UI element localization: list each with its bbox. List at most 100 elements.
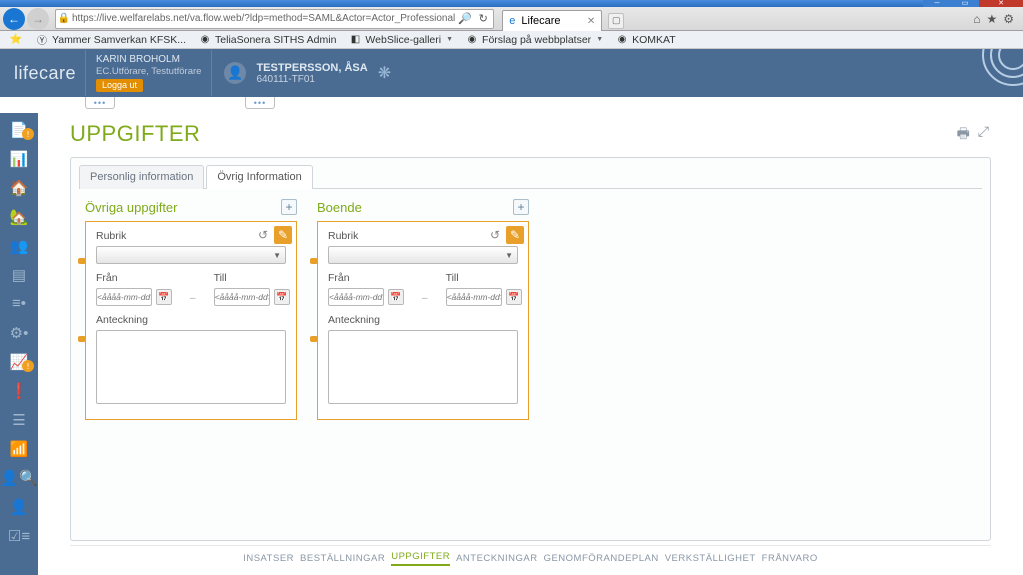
footer-link[interactable]: INSATSER xyxy=(243,553,294,564)
card-title: Övriga uppgifter xyxy=(85,200,281,215)
favorite-link[interactable]: ◉TeliaSonera SITHS Admin xyxy=(195,32,339,48)
user-info: KARIN BROHOLM EC.Utförare, Testutförare … xyxy=(85,50,212,96)
tab-title: Lifecare xyxy=(521,15,560,27)
note-textarea[interactable] xyxy=(328,330,518,404)
page-title: UPPGIFTER xyxy=(70,121,991,147)
window-minimize[interactable]: ─ xyxy=(923,0,951,7)
address-bar[interactable]: 🔒 https://live.welfarelabs.net/va.flow.w… xyxy=(55,9,494,29)
undo-icon[interactable]: ↺ xyxy=(486,226,504,244)
sidebar-item-gear[interactable]: ⚙• xyxy=(0,318,38,347)
sidebar-item-chart[interactable]: 📈! xyxy=(0,347,38,376)
print-icon[interactable]: 🖶 xyxy=(957,123,970,147)
patient-name: TESTPERSSON, ÅSA xyxy=(256,62,367,74)
tab-personal-info[interactable]: Personlig information xyxy=(79,165,204,189)
url-text: https://live.welfarelabs.net/va.flow.web… xyxy=(72,13,455,24)
new-tab-button[interactable]: ▢ xyxy=(608,13,624,29)
sidebar-item-search-user[interactable]: 👤🔍 xyxy=(0,463,38,492)
browser-gear-icon[interactable]: ⚙ xyxy=(1003,12,1014,26)
from-label: Från xyxy=(328,272,404,284)
nav-back-button[interactable]: ← xyxy=(3,8,25,30)
browser-star-icon[interactable]: ★ xyxy=(986,12,997,26)
sidebar-item-house[interactable]: 🏠 xyxy=(0,173,38,202)
app-header: lifecare KARIN BROHOLM EC.Utförare, Test… xyxy=(0,49,1023,97)
nav-forward-button[interactable]: → xyxy=(27,8,49,30)
window-titlebar: ─ ▭ ✕ xyxy=(0,0,1023,7)
sidebar-item-profile[interactable]: 👤 xyxy=(0,492,38,521)
note-label: Anteckning xyxy=(96,314,286,326)
from-date-input[interactable] xyxy=(328,288,384,306)
sidebar-item-list[interactable]: ▤ xyxy=(0,260,38,289)
favorite-link[interactable]: ◉Förslag på webbplatser▼ xyxy=(462,32,606,48)
corner-decoration xyxy=(963,49,1023,97)
favorites-bar: ⭐ ⓎYammer Samverkan KFSK... ◉TeliaSonera… xyxy=(0,31,1023,49)
card: ↺ ✎ Rubrik ▼ Från 📅 – Till xyxy=(317,221,529,420)
ie-icon: e xyxy=(509,15,515,27)
calendar-icon[interactable]: 📅 xyxy=(506,289,522,305)
card-add-button[interactable]: + xyxy=(281,199,297,215)
browser-bar: ← → 🔒 https://live.welfarelabs.net/va.fl… xyxy=(0,7,1023,31)
footer-link[interactable]: ANTECKNINGAR xyxy=(456,553,537,564)
patient-overflow-button[interactable]: ••• xyxy=(245,97,275,109)
tab-close-icon[interactable]: ✕ xyxy=(587,16,595,27)
footer-nav: INSATSER BESTÄLLNINGAR UPPGIFTER ANTECKNING… xyxy=(70,545,991,571)
calendar-icon[interactable]: 📅 xyxy=(156,289,172,305)
footer-link[interactable]: FRÅNVARO xyxy=(762,553,818,564)
edit-icon[interactable]: ✎ xyxy=(274,226,292,244)
sidebar-item-org[interactable]: ≡• xyxy=(0,289,38,318)
footer-link[interactable]: BESTÄLLNINGAR xyxy=(300,553,385,564)
lock-icon: 🔒 xyxy=(56,13,72,24)
sidebar-item-alert[interactable]: ❗ xyxy=(0,376,38,405)
from-label: Från xyxy=(96,272,172,284)
content-panel: Personlig information Övrig Information … xyxy=(70,157,991,541)
refresh-icon[interactable]: ↻ xyxy=(475,12,491,25)
sidebar-item-stats[interactable]: 📶 xyxy=(0,434,38,463)
undo-icon[interactable]: ↺ xyxy=(254,226,272,244)
patient-id: 640111-TF01 xyxy=(256,74,367,85)
browser-tab[interactable]: e Lifecare ✕ xyxy=(502,10,602,31)
sidebar: 📄! 📊 🏠 🏡 👥 ▤ ≡• ⚙• 📈! ❗ ☰ 📶 👤🔍 👤 ☑≡ xyxy=(0,113,38,575)
overflow-row: ••• ••• xyxy=(0,97,1023,113)
flag-icon xyxy=(310,258,318,264)
to-date-input[interactable] xyxy=(214,288,270,306)
window-maximize[interactable]: ▭ xyxy=(951,0,979,7)
from-date-input[interactable] xyxy=(96,288,152,306)
main-area: UPPGIFTER 🖶 ⤢ Personlig information Övri… xyxy=(38,113,1023,575)
logout-button[interactable]: Logga ut xyxy=(96,79,143,92)
brand-logo: lifecare xyxy=(0,63,85,84)
search-dropdown-icon[interactable]: 🔎 xyxy=(457,12,473,25)
card-title: Boende xyxy=(317,200,513,215)
sidebar-item-house-alt[interactable]: 🏡 xyxy=(0,202,38,231)
footer-link[interactable]: UPPGIFTER xyxy=(391,551,450,566)
to-label: Till xyxy=(446,272,522,284)
window-close[interactable]: ✕ xyxy=(979,0,1023,7)
calendar-icon[interactable]: 📅 xyxy=(274,289,290,305)
rubrik-dropdown[interactable]: ▼ xyxy=(328,246,518,264)
favorite-link[interactable]: ◉KOMKAT xyxy=(612,32,679,48)
sidebar-item-lines[interactable]: ☰ xyxy=(0,405,38,434)
footer-link[interactable]: VERKSTÄLLIGHET xyxy=(665,553,756,564)
footer-link[interactable]: GENOMFÖRANDEPLAN xyxy=(544,553,659,564)
edit-icon[interactable]: ✎ xyxy=(506,226,524,244)
rubrik-dropdown[interactable]: ▼ xyxy=(96,246,286,264)
expand-icon[interactable]: ⤢ xyxy=(978,123,989,147)
tab-other-info[interactable]: Övrig Information xyxy=(206,165,312,189)
sidebar-item-dashboard[interactable]: 📊 xyxy=(0,144,38,173)
to-label: Till xyxy=(214,272,290,284)
sidebar-item-person[interactable]: 👥 xyxy=(0,231,38,260)
sidebar-item-doc[interactable]: 📄! xyxy=(0,115,38,144)
user-overflow-button[interactable]: ••• xyxy=(85,97,115,109)
card-add-button[interactable]: + xyxy=(513,199,529,215)
to-date-input[interactable] xyxy=(446,288,502,306)
favorite-link[interactable]: ◧WebSlice-galleri▼ xyxy=(345,32,456,48)
favorites-add-icon[interactable]: ⭐ xyxy=(6,32,26,48)
note-textarea[interactable] xyxy=(96,330,286,404)
patient-avatar-icon: 👤 xyxy=(224,62,246,84)
flag-icon xyxy=(310,336,318,342)
browser-home-icon[interactable]: ⌂ xyxy=(973,12,980,26)
user-role: EC.Utförare, Testutförare xyxy=(96,66,201,77)
calendar-icon[interactable]: 📅 xyxy=(388,289,404,305)
user-name: KARIN BROHOLM xyxy=(96,54,201,66)
sidebar-item-checklist[interactable]: ☑≡ xyxy=(0,521,38,550)
tab-set: Personlig information Övrig Information xyxy=(79,164,982,189)
favorite-link[interactable]: ⓎYammer Samverkan KFSK... xyxy=(32,32,189,48)
